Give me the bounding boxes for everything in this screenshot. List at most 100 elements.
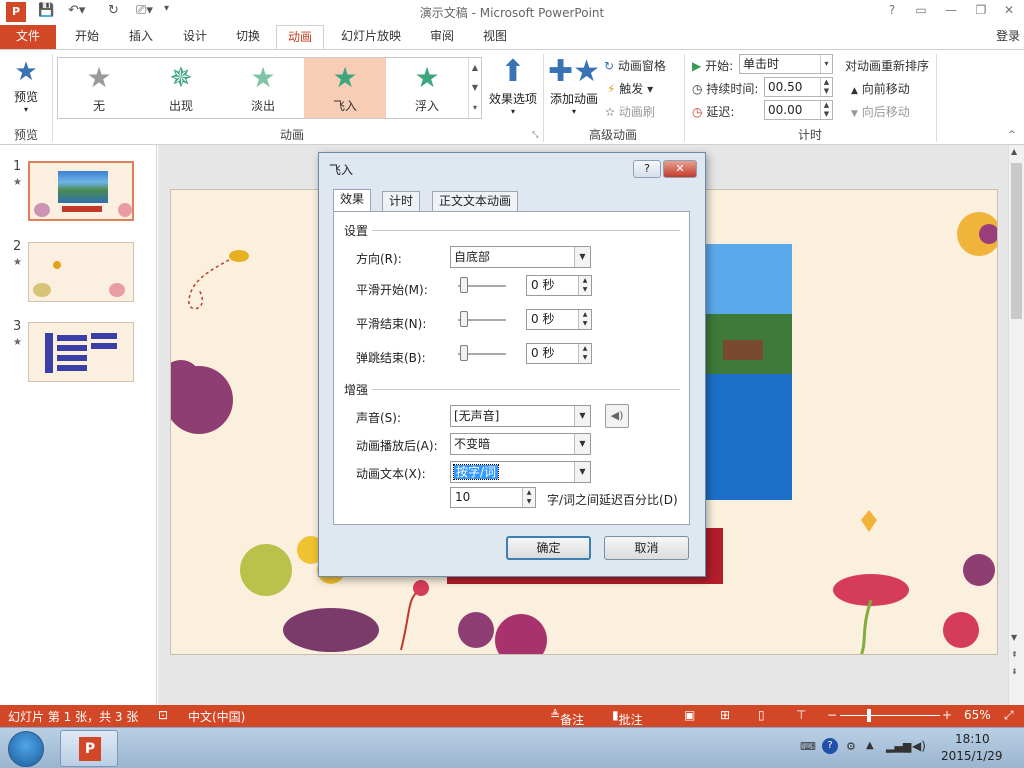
- tab-transitions[interactable]: 切换: [224, 25, 272, 49]
- language-indicator[interactable]: 中文(中国): [188, 708, 245, 725]
- smooth-end-input[interactable]: 0 秒 ▲ ▼: [526, 309, 592, 330]
- tab-slideshow[interactable]: 幻灯片放映: [333, 25, 409, 49]
- slider-thumb[interactable]: [460, 277, 468, 293]
- zoom-slider[interactable]: [840, 715, 940, 716]
- tab-effect[interactable]: 效果: [333, 189, 372, 212]
- keyboard-icon[interactable]: ⌨: [800, 740, 816, 753]
- zoom-out-icon[interactable]: −: [827, 708, 837, 722]
- tab-design[interactable]: 设计: [171, 25, 219, 49]
- zoom-level[interactable]: 65%: [964, 708, 991, 722]
- close-icon[interactable]: ✕: [1000, 3, 1018, 17]
- spellcheck-icon[interactable]: ⊡: [158, 708, 168, 722]
- start-select[interactable]: 单击时 ▾: [739, 54, 833, 74]
- animation-painter-button[interactable]: ✫ 动画刷: [605, 103, 655, 120]
- network-icon[interactable]: ▂▄▆: [886, 740, 911, 753]
- speaker-icon[interactable]: ◀): [605, 404, 629, 428]
- zoom-slider-thumb[interactable]: [867, 709, 871, 722]
- gallery-scroll[interactable]: ▲ ▼ ▾: [468, 58, 481, 118]
- smooth-start-input[interactable]: 0 秒 ▲ ▼: [526, 275, 592, 296]
- comments-button[interactable]: ▮ 批注: [612, 708, 643, 727]
- gallery-item-float-in[interactable]: ★ 浮入: [386, 58, 468, 118]
- move-later-button[interactable]: ▼ 向后移动: [851, 103, 910, 120]
- slide-thumbnail-2[interactable]: [28, 242, 134, 302]
- bounce-end-slider[interactable]: [458, 344, 506, 364]
- chevron-down-icon[interactable]: ▼: [574, 462, 590, 482]
- scroll-down-icon[interactable]: ▼: [1011, 633, 1017, 642]
- tab-insert[interactable]: 插入: [117, 25, 165, 49]
- chevron-down-icon[interactable]: ▼: [574, 406, 590, 426]
- login-link[interactable]: 登录: [996, 25, 1020, 48]
- clock-date[interactable]: 2015/1/29: [941, 749, 1003, 763]
- notes-button[interactable]: ≜ 备注: [550, 708, 584, 727]
- gallery-item-none[interactable]: ★ 无: [58, 58, 140, 118]
- tab-review[interactable]: 审阅: [418, 25, 466, 49]
- spin-arrows-icon[interactable]: ▲ ▼: [578, 344, 591, 363]
- scroll-thumb[interactable]: [1011, 163, 1022, 319]
- spin-arrows-icon[interactable]: ▲ ▼: [522, 488, 535, 507]
- slide-sorter-icon[interactable]: ⊞: [720, 708, 730, 722]
- duration-input[interactable]: 00.50 ▲ ▼: [764, 77, 833, 97]
- spin-arrows-icon[interactable]: ▲ ▼: [578, 310, 591, 329]
- bounce-end-input[interactable]: 0 秒 ▲ ▼: [526, 343, 592, 364]
- slide-thumbnail-1[interactable]: [28, 161, 134, 221]
- spin-arrows-icon[interactable]: ▲ ▼: [820, 78, 832, 96]
- tab-animations[interactable]: 动画: [276, 25, 324, 49]
- add-animation-button[interactable]: ✚★ 添加动画 ▾: [548, 54, 600, 122]
- clock-time[interactable]: 18:10: [955, 732, 990, 746]
- help-icon[interactable]: ?: [883, 3, 901, 17]
- animate-text-select[interactable]: 按字/词 ▼: [450, 461, 591, 483]
- volume-icon[interactable]: ◀): [912, 739, 926, 753]
- fit-slide-icon[interactable]: ⤢: [1004, 708, 1014, 723]
- slider-thumb[interactable]: [460, 311, 468, 327]
- gallery-up-icon[interactable]: ▲: [469, 58, 481, 78]
- preview-button[interactable]: ★ 预览 ▾: [6, 56, 46, 120]
- collapse-ribbon-icon[interactable]: ^: [1008, 130, 1016, 140]
- tray-app-icon[interactable]: ⚙: [846, 740, 856, 753]
- vertical-scrollbar[interactable]: ▲ ▼ ⇞ ⇟: [1008, 145, 1024, 705]
- tab-file[interactable]: 文件: [0, 25, 56, 49]
- ribbon-display-icon[interactable]: ▭: [912, 3, 930, 17]
- gallery-item-fly-in[interactable]: ★ 飞入: [304, 58, 386, 118]
- spin-arrows-icon[interactable]: ▲ ▼: [578, 276, 591, 295]
- show-hidden-icons[interactable]: ▲: [866, 740, 874, 751]
- dialog-close-button[interactable]: ✕: [663, 160, 697, 178]
- normal-view-icon[interactable]: ▣: [684, 708, 695, 722]
- cancel-button[interactable]: 取消: [604, 536, 689, 560]
- word-delay-input[interactable]: 10 ▲ ▼: [450, 487, 536, 508]
- gallery-item-fade[interactable]: ★ 淡出: [222, 58, 304, 118]
- reading-view-icon[interactable]: ▯: [758, 708, 765, 722]
- prev-slide-icon[interactable]: ⇞: [1011, 650, 1018, 659]
- help-tray-icon[interactable]: ?: [822, 738, 838, 754]
- spin-arrows-icon[interactable]: ▲ ▼: [820, 101, 832, 119]
- slider-thumb[interactable]: [460, 345, 468, 361]
- ok-button[interactable]: 确定: [506, 536, 591, 560]
- taskbar-powerpoint[interactable]: P: [60, 730, 118, 767]
- smooth-start-slider[interactable]: [458, 276, 506, 296]
- chevron-down-icon[interactable]: ▼: [574, 247, 590, 267]
- gallery-item-appear[interactable]: ✵ 出现: [140, 58, 222, 118]
- effect-options-button[interactable]: ⬆ 效果选项 ▾: [487, 54, 539, 122]
- minimize-icon[interactable]: —: [942, 3, 960, 17]
- restore-icon[interactable]: ❐: [972, 3, 990, 17]
- gallery-more-icon[interactable]: ▾: [469, 98, 481, 118]
- chevron-down-icon[interactable]: ▼: [574, 434, 590, 454]
- smooth-end-slider[interactable]: [458, 310, 506, 330]
- tab-text-animation[interactable]: 正文文本动画: [432, 191, 519, 212]
- direction-select[interactable]: 自底部 ▼: [450, 246, 591, 268]
- slideshow-view-icon[interactable]: ⊤: [796, 708, 806, 722]
- gallery-down-icon[interactable]: ▼: [469, 78, 481, 98]
- next-slide-icon[interactable]: ⇟: [1011, 667, 1018, 676]
- tab-timing[interactable]: 计时: [382, 191, 421, 212]
- sound-select[interactable]: [无声音] ▼: [450, 405, 591, 427]
- tab-view[interactable]: 视图: [471, 25, 519, 49]
- animation-pane-button[interactable]: ↻ 动画窗格: [604, 57, 666, 74]
- dialog-launcher-icon[interactable]: ⤡: [532, 130, 538, 140]
- dialog-help-button[interactable]: ?: [633, 160, 661, 178]
- trigger-button[interactable]: ⚡ 触发 ▾: [607, 80, 653, 97]
- tab-home[interactable]: 开始: [63, 25, 111, 49]
- chevron-down-icon[interactable]: ▾: [820, 55, 832, 73]
- zoom-in-icon[interactable]: +: [942, 708, 952, 722]
- start-button[interactable]: [8, 731, 44, 767]
- after-animation-select[interactable]: 不变暗 ▼: [450, 433, 591, 455]
- delay-input[interactable]: 00.00 ▲ ▼: [764, 100, 833, 120]
